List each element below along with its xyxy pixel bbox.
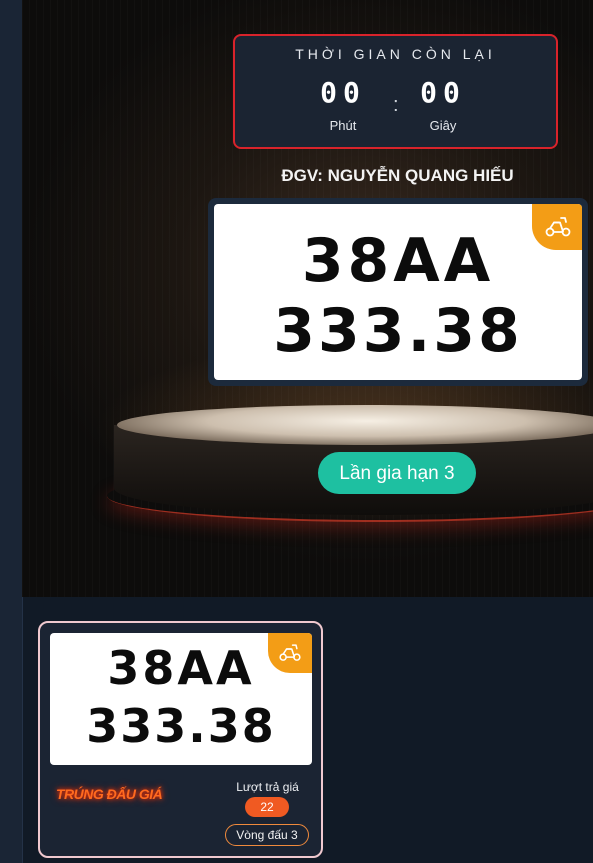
result-license-plate: 38AA 333.38 — [50, 633, 312, 765]
license-plate-display: 38AA 333.38 — [208, 198, 588, 386]
plate-line-2: 333.38 — [273, 296, 523, 366]
timer-title: THỜI GIAN CÒN LẠI — [295, 46, 496, 62]
timer-seconds: 00 — [420, 76, 466, 109]
timer-minutes: 00 — [320, 76, 366, 109]
vehicle-type-badge — [532, 204, 582, 250]
bids-count-badge: 22 — [245, 797, 289, 817]
license-plate: 38AA 333.38 — [214, 204, 582, 380]
result-vehicle-type-badge — [268, 633, 312, 673]
extension-round-button[interactable]: Lần gia hạn 3 — [318, 452, 476, 494]
result-plate-wrap: 38AA 333.38 — [50, 633, 312, 765]
left-sidebar-strip — [0, 0, 23, 863]
timer-minutes-label: Phút — [329, 118, 357, 133]
auction-result-card[interactable]: 38AA 333.38 TRÚNG ĐẤU GIÁ Lượt trả giá 2… — [38, 621, 323, 858]
auctioneer-name: ĐGV: NGUYỄN QUANG HIẾU — [281, 166, 514, 185]
countdown-timer: THỜI GIAN CÒN LẠI 00 : 00 Phút Giây — [233, 34, 558, 149]
winner-stamp: TRÚNG ĐẤU GIÁ — [56, 786, 163, 802]
bids-label: Lượt trả giá — [236, 780, 299, 794]
result-plate-line-2: 333.38 — [86, 699, 276, 753]
timer-separator: : — [393, 94, 399, 116]
round-badge: Vòng đấu 3 — [225, 824, 309, 846]
timer-seconds-label: Giây — [429, 118, 457, 133]
plate-line-1: 38AA — [301, 226, 495, 296]
podium-top — [117, 405, 593, 445]
